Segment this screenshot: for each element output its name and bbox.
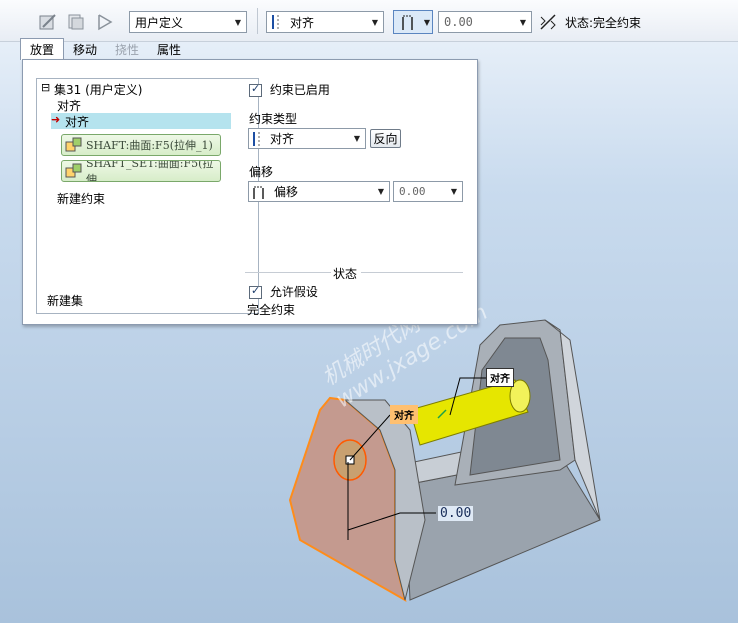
chevron-down-icon: ▼ [519, 17, 527, 27]
constraint-type-label: 约束类型 [249, 112, 298, 126]
constraint-type-dropdown[interactable]: 对齐 ▼ [266, 11, 384, 33]
set-type-dropdown[interactable]: 用户定义 ▼ [129, 11, 247, 33]
chevron-down-icon: ▼ [234, 17, 242, 27]
separate-window-icon[interactable] [64, 10, 88, 34]
selected-constraint-label: 对齐 [65, 115, 90, 129]
constraint-enabled-label: 约束已启用 [269, 83, 330, 97]
set-type-value: 用户定义 [135, 15, 184, 30]
flip-button[interactable]: 反向 [370, 129, 401, 148]
constraint-tree: ⊟ 集31 (用户定义) 对齐 ➜ 对齐 SHAFT:曲面:F5(拉伸_1) S… [36, 78, 259, 314]
status-header: 状态 [333, 267, 358, 281]
set-root[interactable]: 集31 (用户定义) [54, 81, 142, 98]
chevron-down-icon: ▼ [423, 17, 431, 27]
chevron-down-icon: ▼ [377, 187, 385, 196]
offset-value-text: 0.00 [444, 15, 473, 29]
align-callout-shaft[interactable]: 对齐 [486, 368, 514, 387]
status-text: 状态:完全约束 [565, 16, 642, 30]
reference-2-text: SHAFT_SET:曲面:F5(拉伸 [86, 160, 214, 182]
offset-icon [394, 13, 422, 31]
tab-move[interactable]: 移动 [64, 38, 106, 60]
assembly-window-icon[interactable] [94, 10, 118, 34]
panel-constraint-type-dropdown[interactable]: 对齐 ▼ [248, 128, 366, 149]
tab-placement[interactable]: 放置 [20, 38, 65, 60]
status-divider-right [361, 272, 463, 273]
constraint-type-value: 对齐 [290, 15, 315, 30]
new-constraint-link[interactable]: 新建约束 [57, 190, 105, 207]
arrow-right-icon: ➜ [51, 113, 61, 126]
panel-offset-type-value: 偏移 [274, 185, 299, 199]
align-callout-bracket[interactable]: 对齐 [390, 405, 418, 424]
align-icon [249, 131, 265, 147]
placement-panel: ⊟ 集31 (用户定义) 对齐 ➜ 对齐 SHAFT:曲面:F5(拉伸_1) S… [22, 59, 478, 325]
edit-constraint-icon[interactable] [36, 10, 60, 34]
offset-value-input[interactable]: 0.00 ▼ [438, 11, 532, 33]
offset-label: 偏移 [249, 165, 274, 179]
reference-collector-1[interactable]: SHAFT:曲面:F5(拉伸_1) [61, 134, 221, 156]
align-icon [267, 14, 285, 30]
tab-bar: 放置 移动 挠性 属性 [20, 38, 190, 60]
surface-reference-icon [65, 137, 82, 152]
tab-flexibility: 挠性 [115, 42, 140, 57]
new-set-link[interactable]: 新建集 [47, 292, 83, 309]
chevron-down-icon: ▼ [450, 187, 458, 196]
chevron-down-icon: ▼ [353, 134, 361, 143]
offset-icon [249, 184, 269, 200]
status-icon [536, 10, 560, 34]
panel-offset-type-dropdown[interactable]: 偏移 ▼ [248, 181, 390, 202]
status-value: 完全约束 [247, 303, 296, 317]
checkbox-checked-icon [249, 82, 262, 97]
status-divider-left [245, 272, 331, 273]
tree-item-align[interactable]: 对齐 [57, 97, 81, 114]
panel-offset-value-input[interactable]: 0.00 ▼ [393, 181, 463, 202]
surface-reference-icon [65, 163, 82, 178]
allow-assumptions-label: 允许假设 [269, 285, 318, 299]
collapse-icon[interactable]: ⊟ [41, 81, 50, 94]
panel-constraint-type-value: 对齐 [270, 132, 295, 146]
dashboard-toolbar: 用户定义 ▼ 对齐 ▼ ▼ 0.00 ▼ 状态:完全约束 [0, 0, 738, 42]
panel-offset-value-text: 0.00 [399, 185, 426, 198]
reference-collector-2[interactable]: SHAFT_SET:曲面:F5(拉伸 [61, 160, 221, 182]
offset-type-button[interactable]: ▼ [393, 10, 433, 34]
toolbar-separator [257, 8, 258, 34]
tab-properties[interactable]: 属性 [148, 38, 190, 60]
offset-dimension[interactable]: 0.00 [438, 506, 474, 521]
constraint-enabled-checkbox[interactable]: 约束已启用 [249, 81, 330, 98]
checkbox-checked-icon [249, 284, 262, 299]
tree-item-align-selected[interactable]: ➜ 对齐 [51, 113, 231, 129]
chevron-down-icon: ▼ [371, 17, 379, 27]
allow-assumptions-checkbox[interactable]: 允许假设 [249, 283, 318, 300]
reference-1-text: SHAFT:曲面:F5(拉伸_1) [86, 139, 213, 152]
